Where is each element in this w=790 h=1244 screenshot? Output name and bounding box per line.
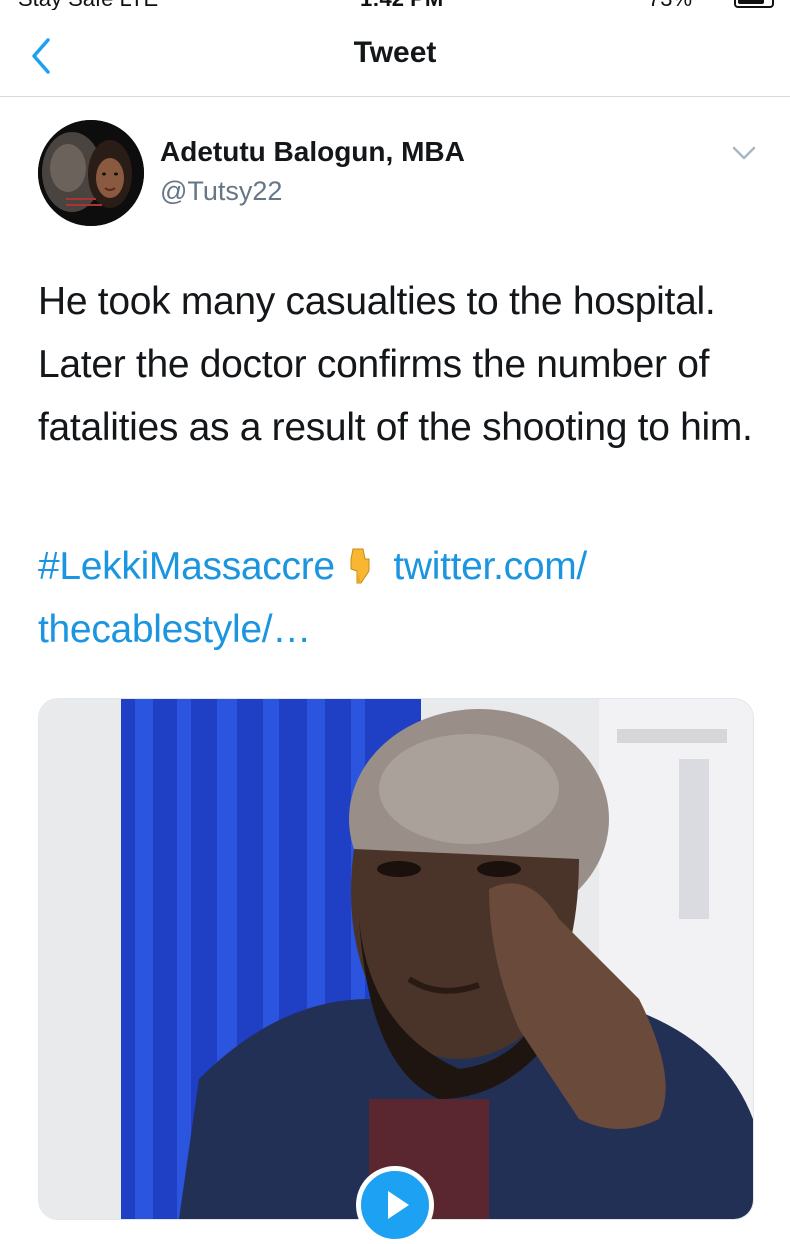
chevron-down-icon [732, 146, 756, 160]
page-title: Tweet [353, 36, 437, 69]
status-bar: Stay Safe LTE 1:42 PM 73% [0, 0, 790, 10]
tweet-text: He took many casualties to the hospital.… [38, 280, 753, 449]
video-thumbnail[interactable] [38, 698, 754, 1220]
author-name[interactable]: Adetutu Balogun, MBA [160, 136, 465, 168]
url-link-line2: thecablestyle/… [38, 608, 311, 651]
url-link-line1: twitter.com/ [393, 545, 587, 588]
backhand-index-pointing-down-icon [350, 548, 370, 584]
more-options-button[interactable] [728, 140, 760, 166]
status-time: 1:42 PM [360, 0, 443, 10]
tweet-links: #LekkiMassaccre twitter.com/thecablestyl… [38, 535, 768, 661]
status-carrier: Stay Safe LTE [18, 0, 158, 10]
avatar[interactable] [38, 120, 144, 226]
author-handle[interactable]: @Tutsy22 [160, 176, 282, 207]
status-battery-percent: 73% [648, 0, 692, 10]
play-button[interactable] [356, 1166, 434, 1244]
battery-icon [734, 0, 774, 8]
hashtag-link[interactable]: #LekkiMassaccre [38, 545, 335, 588]
nav-bar: Tweet [0, 10, 790, 97]
play-icon [388, 1191, 409, 1219]
